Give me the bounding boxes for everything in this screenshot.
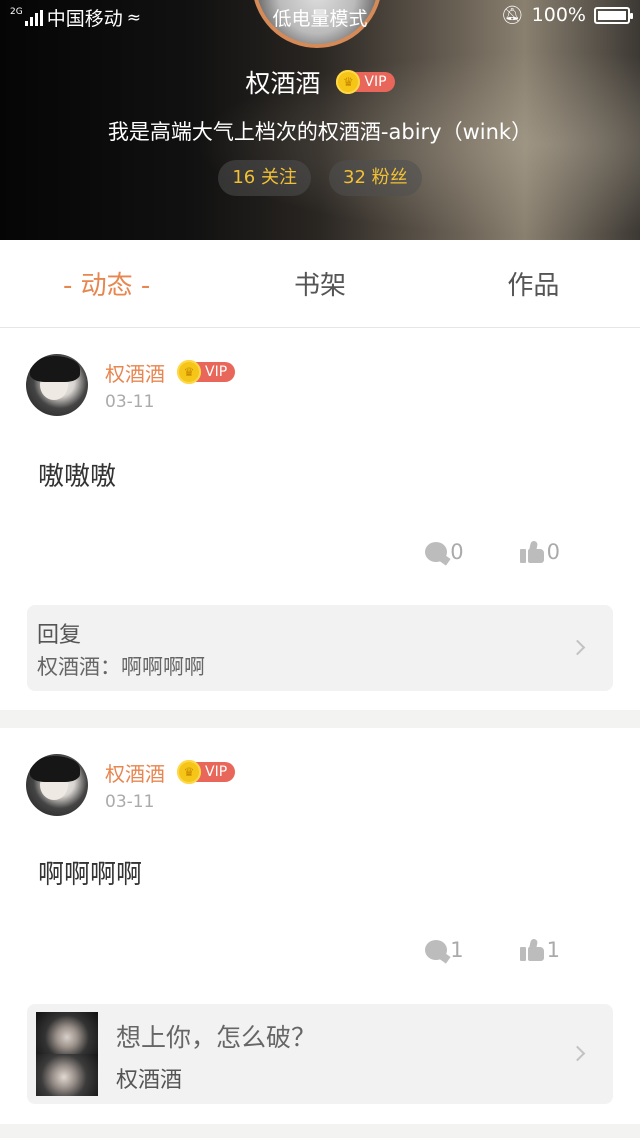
post-card[interactable]: 权酒酒 ♛ VIP 03-11 嗷嗷嗷 0 0 回复 权酒酒：啊啊啊啊 [0,328,640,710]
profile-name: 权酒酒 [245,69,321,98]
status-bar: 2G 中国移动 ≈ 低电量模式 🔕︎ 100% [0,0,640,32]
like-button[interactable]: 0 [519,540,560,564]
chevron-right-icon [569,639,586,656]
comment-count: 0 [450,540,464,564]
crown-icon: ♛ [177,360,201,384]
post-card[interactable]: 权酒酒 ♛ VIP 03-11 啊啊啊啊 1 1 想上你，怎么破？ 权酒酒 [0,728,640,1124]
book-cover [36,1012,98,1096]
profile-tabs: - 动态 - 书架 作品 [0,240,640,328]
author-avatar[interactable] [26,754,88,816]
profile-banner: 2G 中国移动 ≈ 低电量模式 🔕︎ 100% 权酒酒 ♛ VIP 我是高端大气… [0,0,640,240]
vip-badge: ♛ VIP [336,70,395,94]
vip-badge: ♛ VIP [177,360,236,384]
tab-works[interactable]: 作品 [427,240,640,327]
vip-badge: ♛ VIP [177,760,236,784]
crown-icon: ♛ [177,760,201,784]
comment-icon [425,940,448,960]
comment-count: 1 [450,938,464,962]
profile-bio: 我是高端大气上档次的权酒酒-abiry（wink） [107,120,533,144]
thumbs-up-icon [519,540,544,563]
reply-preview[interactable]: 回复 权酒酒：啊啊啊啊 [27,605,613,691]
bell-muted-icon: 🔕︎ [500,4,524,26]
post-content: 啊啊啊啊 [38,860,143,890]
book-title: 想上你，怎么破？ [116,1023,317,1052]
post-content: 嗷嗷嗷 [38,462,117,492]
comment-button[interactable]: 0 [425,540,464,564]
tab-bookshelf[interactable]: 书架 [213,240,426,327]
like-button[interactable]: 1 [519,938,560,962]
chevron-right-icon [569,1045,586,1062]
battery-percent: 100% [531,4,586,26]
reply-text: 权酒酒：啊啊啊啊 [37,655,205,679]
post-date: 03-11 [105,792,155,812]
shared-book-card[interactable]: 想上你，怎么破？ 权酒酒 [27,1004,613,1104]
like-count: 0 [546,540,560,564]
author-name[interactable]: 权酒酒 [105,758,165,787]
tab-activity[interactable]: - 动态 - [0,240,213,327]
author-avatar[interactable] [26,354,88,416]
followers-count-button[interactable]: 32 粉丝 [329,160,422,196]
comment-button[interactable]: 1 [425,938,464,962]
comment-icon [425,542,448,562]
thumbs-up-icon [519,938,544,961]
author-name[interactable]: 权酒酒 [105,358,165,387]
battery-icon [594,6,633,24]
reply-title: 回复 [37,623,82,648]
like-count: 1 [546,938,560,962]
post-date: 03-11 [105,392,155,412]
book-author: 权酒酒 [116,1068,183,1093]
following-count-button[interactable]: 16 关注 [218,160,311,196]
